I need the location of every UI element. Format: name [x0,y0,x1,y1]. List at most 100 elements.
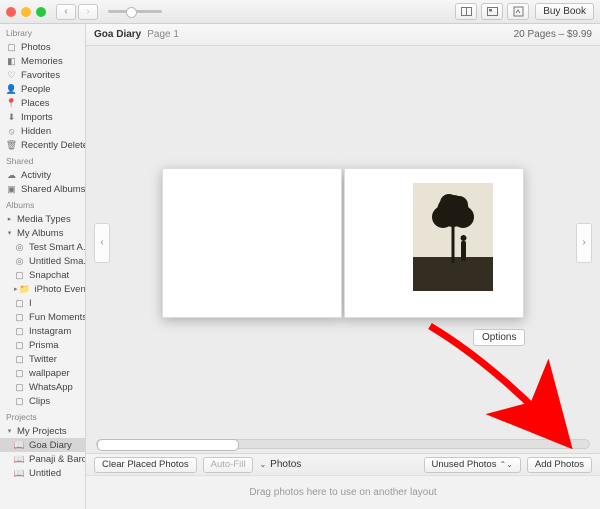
photo-view-icon[interactable] [481,3,503,20]
book-header: Goa Diary Page 1 20 Pages – $9.99 [86,24,600,46]
sidebar-item-untitled-smart[interactable]: ◎ Untitled Sma... [0,254,85,268]
page-options-button[interactable]: Options [473,329,525,346]
sidebar-item-i[interactable]: ▢I [0,296,85,310]
buy-book-button[interactable]: Buy Book [535,3,594,20]
drag-hint: Drag photos here to use on another layou… [86,475,600,509]
sidebar-item-instagram[interactable]: ▢Instagram [0,324,85,338]
sidebar-item-favorites[interactable]: ♡ Favorites [0,68,85,82]
section-header-projects: Projects [0,408,85,424]
sidebar-item-test-smart[interactable]: ◎ Test Smart A... [0,240,85,254]
fullscreen-window-button[interactable] [36,7,46,17]
sidebar-item-label: Twitter [29,354,57,365]
prev-page-button[interactable]: ‹ [94,223,110,263]
sidebar-item-iphoto-events[interactable]: ▸📁iPhoto Events [0,282,85,296]
sidebar-item-goa-diary[interactable]: 📖 Goa Diary [0,438,85,452]
book-icon: 📖 [14,468,25,479]
tree-photo-icon [413,183,493,291]
sidebar-item-snapchat[interactable]: ▢ Snapchat [0,268,85,282]
sidebar-item-label: My Albums [17,228,63,239]
clear-placed-photos-button[interactable]: Clear Placed Photos [94,457,197,473]
heart-icon: ♡ [6,70,17,81]
disclosure-triangle-icon[interactable]: ▾ [6,229,13,237]
section-header-albums: Albums [0,196,85,212]
disclosure-triangle-icon[interactable]: ▸ [6,215,13,223]
unused-photos-dropdown[interactable]: Unused Photos⌃⌄ [424,457,521,473]
disclosure-triangle-icon[interactable]: ▸ [14,285,18,293]
album-icon: ▢ [14,312,25,323]
sidebar-item-places[interactable]: 📍Places [0,96,85,110]
sidebar-item-untitled-project[interactable]: 📖 Untitled [0,466,85,480]
sidebar-item-people[interactable]: 👤People [0,82,85,96]
auto-fill-button[interactable]: Auto-Fill [203,457,254,473]
sidebar-item-label: Clips [29,396,50,407]
sidebar-item-photos[interactable]: ▢ Photos [0,40,85,54]
right-page[interactable] [344,168,524,318]
sidebar-item-label: Media Types [17,214,71,225]
trash-icon: 🗑 [6,140,17,151]
sidebar-item-label: Goa Diary [29,440,72,451]
book-spread[interactable] [162,168,524,318]
album-icon: ▢ [14,270,25,281]
smart-album-icon: ◎ [14,242,25,253]
sidebar-item-label: Places [21,98,50,109]
sidebar-item-label: Activity [21,170,51,181]
sidebar-item-whatsapp[interactable]: ▢WhatsApp [0,380,85,394]
chevron-updown-icon: ⌃⌄ [499,460,512,469]
settings-icon[interactable] [507,3,529,20]
sidebar-item-my-albums[interactable]: ▾ My Albums [0,226,85,240]
disclosure-triangle-icon[interactable]: ▾ [6,427,13,435]
photos-icon: ▢ [6,42,17,53]
sidebar-item-label: Prisma [29,340,59,351]
placed-photo[interactable] [413,183,493,291]
sidebar-item-imports[interactable]: ⬇Imports [0,110,85,124]
sidebar-item-prisma[interactable]: ▢ Prisma [0,338,85,352]
sidebar-item-memories[interactable]: ◧Memories [0,54,85,68]
sidebar: Library ▢Photos ◧Memories ♡Favorites 👤Pe… [0,24,86,509]
forward-button[interactable]: › [78,4,98,20]
back-button[interactable]: ‹ [56,4,76,20]
left-page[interactable] [162,168,342,318]
sidebar-item-label: Fun Moments [29,312,85,323]
page-scrubber[interactable] [96,439,590,449]
sidebar-item-label: Instagram [29,326,71,337]
sidebar-item-fun-moments[interactable]: ▢ Fun Moments [0,310,85,324]
sidebar-item-label: Untitled [29,468,61,479]
page-indicator: Page 1 [147,29,179,40]
sidebar-item-twitter[interactable]: ▢ Twitter [0,352,85,366]
sidebar-item-wallpaper[interactable]: ▢wallpaper [0,366,85,380]
price-label: 20 Pages – $9.99 [514,29,592,40]
photo-tray-toolbar: Clear Placed Photos Auto-Fill ⌄ Photos U… [86,453,600,475]
sidebar-item-label: Imports [21,112,53,123]
close-window-button[interactable] [6,7,16,17]
sidebar-item-recently-deleted[interactable]: 🗑Recently Deleted [0,138,85,152]
sidebar-item-activity[interactable]: ☁Activity [0,168,85,182]
sidebar-item-hidden[interactable]: ⦸Hidden [0,124,85,138]
main-panel: Goa Diary Page 1 20 Pages – $9.99 ‹ [86,24,600,509]
sidebar-item-label: Memories [21,56,63,67]
toolbar-buttons [455,3,529,20]
album-icon: ▢ [14,340,25,351]
sidebar-item-shared-albums[interactable]: ▣Shared Albums [0,182,85,196]
sidebar-item-my-projects[interactable]: ▾My Projects [0,424,85,438]
photos-dropdown[interactable]: ⌄ Photos [259,459,301,470]
sidebar-item-label: Photos [21,42,51,53]
zoom-slider[interactable] [108,10,162,13]
window-titlebar: ‹ › Buy Book [0,0,600,24]
sidebar-item-label: Favorites [21,70,60,81]
album-icon: ▢ [14,354,25,365]
sidebar-item-label: WhatsApp [29,382,73,393]
smart-album-icon: ◎ [14,256,25,267]
sidebar-item-media-types[interactable]: ▸ Media Types [0,212,85,226]
book-title: Goa Diary [94,29,141,40]
add-photos-button[interactable]: Add Photos [527,457,592,473]
sidebar-item-clips[interactable]: ▢Clips [0,394,85,408]
layout-view-button[interactable] [455,3,477,20]
sidebar-item-panaji[interactable]: 📖Panaji & Bard... [0,452,85,466]
next-page-button[interactable]: › [576,223,592,263]
minimize-window-button[interactable] [21,7,31,17]
shared-album-icon: ▣ [6,184,17,195]
sidebar-item-label: Untitled Sma... [29,256,85,267]
book-icon: 📖 [14,440,25,451]
sidebar-item-label: Test Smart A... [29,242,85,253]
sidebar-item-label: Snapchat [29,270,69,281]
